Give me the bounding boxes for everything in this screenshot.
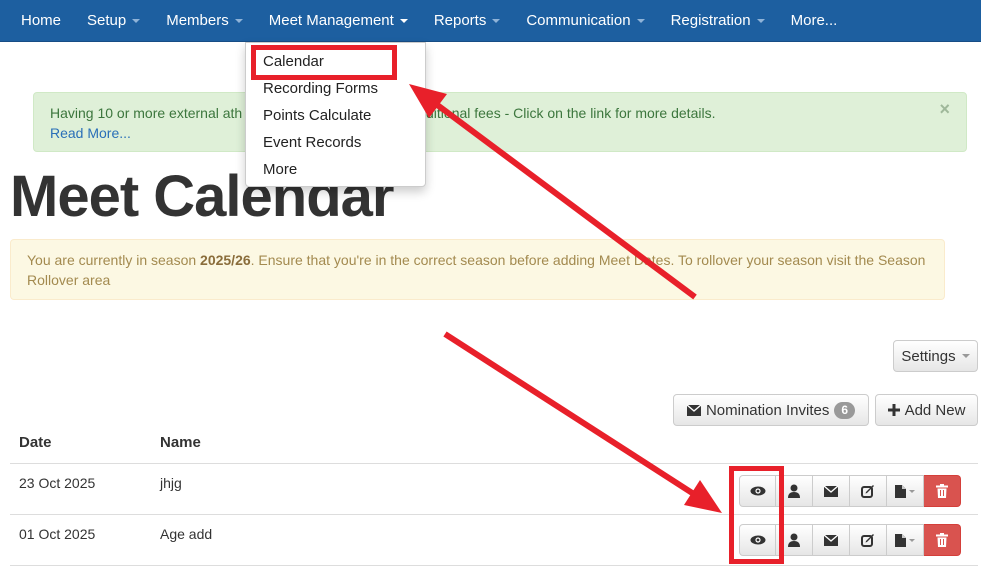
email-button[interactable] xyxy=(813,475,850,507)
row-1-name: jhjg xyxy=(160,475,182,491)
nav-communication[interactable]: Communication xyxy=(513,0,657,42)
nomination-invites-button[interactable]: Nomination Invites 6 xyxy=(673,394,869,426)
nav-meet-management-label: Meet Management xyxy=(268,12,394,29)
nav-home[interactable]: Home xyxy=(8,0,74,42)
user-icon xyxy=(788,533,800,547)
settings-label: Settings xyxy=(901,347,956,365)
nav-members[interactable]: Members xyxy=(153,0,256,42)
row-1-date: 23 Oct 2025 xyxy=(19,475,96,491)
row-divider xyxy=(10,565,978,566)
season-value: 2025/26 xyxy=(200,252,251,268)
season-warning-alert: You are currently in season 2025/26. Ens… xyxy=(10,239,945,300)
nav-reports[interactable]: Reports xyxy=(421,0,514,42)
nav-members-label: Members xyxy=(166,12,229,29)
nav-more[interactable]: More... xyxy=(778,0,851,42)
email-button[interactable] xyxy=(813,524,850,556)
delete-button[interactable] xyxy=(924,475,961,507)
caret-down-icon xyxy=(636,18,645,23)
row-2-date: 01 Oct 2025 xyxy=(19,526,96,542)
column-header-name: Name xyxy=(160,434,201,451)
caret-down-icon xyxy=(909,538,915,542)
edit-icon xyxy=(861,485,874,498)
row-2-name: Age add xyxy=(160,526,213,542)
annotation-box-view-buttons xyxy=(729,466,784,564)
caret-down-icon xyxy=(909,489,915,493)
arrow-to-view-button xyxy=(443,331,702,501)
caret-down-icon xyxy=(756,18,765,23)
nav-home-label: Home xyxy=(21,12,62,29)
trash-icon xyxy=(936,484,948,498)
file-dropdown-button[interactable] xyxy=(887,524,924,556)
menu-item-more[interactable]: More xyxy=(246,156,425,183)
caret-down-icon xyxy=(399,18,408,23)
edit-icon xyxy=(861,534,874,547)
nav-setup[interactable]: Setup xyxy=(74,0,153,42)
envelope-icon xyxy=(824,485,838,497)
close-icon[interactable]: × xyxy=(939,99,950,119)
caret-down-icon xyxy=(961,354,970,358)
envelope-icon xyxy=(824,534,838,546)
nav-more-label: More... xyxy=(790,12,838,29)
nav-meet-management[interactable]: Meet Management xyxy=(256,0,421,42)
caret-down-icon xyxy=(132,18,141,23)
annotation-box-calendar xyxy=(251,45,397,80)
caret-down-icon xyxy=(492,18,501,23)
season-text-prefix: You are currently in season xyxy=(27,252,201,268)
delete-button[interactable] xyxy=(924,524,961,556)
row-divider xyxy=(10,514,978,515)
caret-down-icon xyxy=(234,18,243,23)
alert-text-right: dditional fees - Click on the link for m… xyxy=(418,105,716,121)
nav-reports-label: Reports xyxy=(433,12,487,29)
envelope-icon xyxy=(686,404,701,416)
column-header-date: Date xyxy=(19,434,52,451)
arrowhead-icon xyxy=(684,480,722,513)
top-navbar: Home Setup Members Meet Management Repor… xyxy=(0,0,981,42)
add-new-button[interactable]: Add New xyxy=(875,394,978,426)
add-new-label: Add New xyxy=(904,401,966,419)
read-more-link[interactable]: Read More... xyxy=(50,123,950,143)
table-header-divider xyxy=(10,463,978,464)
edit-button[interactable] xyxy=(850,475,887,507)
nav-communication-label: Communication xyxy=(526,12,631,29)
file-dropdown-button[interactable] xyxy=(887,475,924,507)
menu-item-event-records[interactable]: Event Records xyxy=(246,129,425,156)
settings-button[interactable]: Settings xyxy=(893,340,978,372)
trash-icon xyxy=(936,533,948,547)
external-athletes-alert: Having 10 or more external ath dditional … xyxy=(33,92,967,152)
alert-text-left: Having 10 or more external ath xyxy=(50,105,243,121)
nav-setup-label: Setup xyxy=(87,12,127,29)
nomination-invites-label: Nomination Invites xyxy=(705,401,830,419)
edit-button[interactable] xyxy=(850,524,887,556)
file-icon xyxy=(895,484,906,498)
user-icon xyxy=(788,484,800,498)
menu-item-points-calculate[interactable]: Points Calculate xyxy=(246,102,425,129)
nav-registration[interactable]: Registration xyxy=(658,0,778,42)
plus-icon xyxy=(887,404,900,416)
nav-registration-label: Registration xyxy=(670,12,751,29)
nomination-count-badge: 6 xyxy=(834,401,856,419)
file-icon xyxy=(895,533,906,547)
